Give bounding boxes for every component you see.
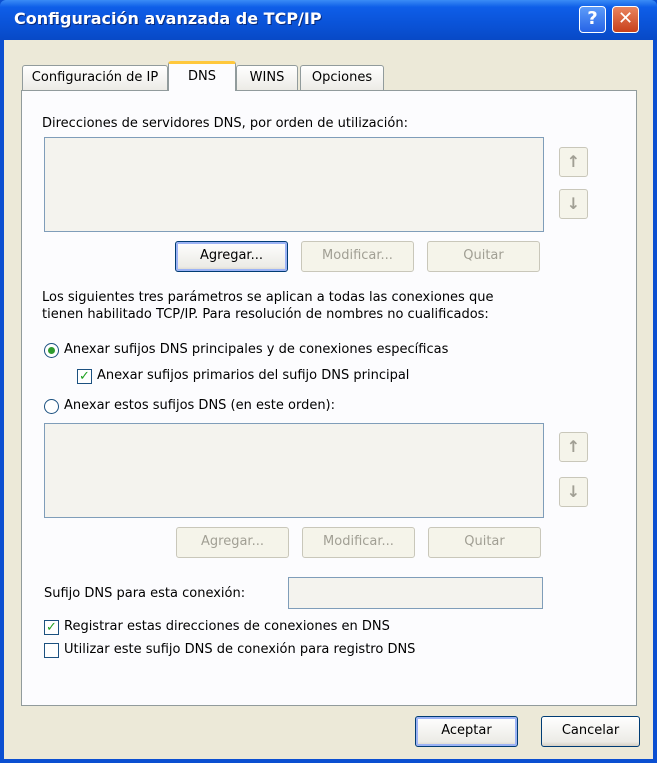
params-description-line2: tienen habilitado TCP/IP. Para resolució…	[42, 307, 489, 322]
checkmark-icon: ✓	[79, 369, 90, 384]
use-suffix-registration-checkbox[interactable]	[44, 643, 59, 658]
tab-ip-settings[interactable]: Configuración de IP	[22, 65, 168, 90]
dns-suffixes-list[interactable]	[44, 423, 544, 518]
append-these-suffixes-label[interactable]: Anexar estos sufijos DNS (en este orden)…	[64, 398, 335, 413]
checkmark-icon: ✓	[46, 620, 57, 635]
window-title: Configuración avanzada de TCP/IP	[14, 9, 322, 28]
move-up-button[interactable]: ↑	[559, 147, 588, 177]
dialog-window: Configuración avanzada de TCP/IP ? ✕ Con…	[0, 0, 657, 763]
register-addresses-checkbox[interactable]: ✓	[44, 620, 59, 635]
help-button[interactable]: ?	[579, 6, 606, 33]
close-button[interactable]: ✕	[612, 6, 639, 33]
modify-dns-server-button[interactable]: Modificar...	[301, 241, 414, 272]
title-bar[interactable]: Configuración avanzada de TCP/IP ? ✕	[0, 0, 657, 40]
cancel-button[interactable]: Cancelar	[541, 716, 640, 747]
dialog-client-area: Configuración de IP DNS WINS Opciones Di…	[4, 40, 653, 759]
dns-tab-panel: Direcciones de servidores DNS, por orden…	[21, 90, 637, 706]
append-primary-suffixes-radio[interactable]	[44, 343, 59, 358]
tab-dns[interactable]: DNS	[168, 61, 236, 91]
arrow-down-icon: ↓	[566, 194, 581, 213]
move-down-button[interactable]: ↓	[559, 189, 588, 219]
modify-suffix-button[interactable]: Modificar...	[302, 527, 415, 558]
use-suffix-registration-label[interactable]: Utilizar este sufijo DNS de conexión par…	[64, 642, 415, 657]
connection-suffix-label: Sufijo DNS para esta conexión:	[44, 586, 246, 601]
close-icon: ✕	[617, 8, 634, 29]
append-primary-suffixes-label[interactable]: Anexar sufijos DNS principales y de cone…	[64, 342, 448, 357]
append-parent-suffixes-label[interactable]: Anexar sufijos primarios del sufijo DNS …	[97, 368, 409, 383]
tab-wins[interactable]: WINS	[236, 65, 298, 90]
arrow-up-icon: ↑	[566, 152, 581, 171]
remove-suffix-button[interactable]: Quitar	[428, 527, 541, 558]
connection-suffix-input[interactable]	[288, 577, 543, 609]
remove-dns-server-button[interactable]: Quitar	[427, 241, 540, 272]
register-addresses-label[interactable]: Registrar estas direcciones de conexione…	[64, 619, 390, 634]
add-suffix-button[interactable]: Agregar...	[176, 527, 289, 558]
append-these-suffixes-radio[interactable]	[44, 399, 59, 414]
tab-options[interactable]: Opciones	[300, 65, 384, 90]
append-parent-suffixes-checkbox[interactable]: ✓	[77, 369, 92, 384]
dns-servers-list[interactable]	[44, 137, 544, 232]
suffix-move-up-button[interactable]: ↑	[559, 432, 588, 462]
dns-servers-label: Direcciones de servidores DNS, por orden…	[42, 116, 408, 131]
ok-button[interactable]: Aceptar	[415, 716, 518, 747]
radio-selected-dot	[48, 347, 55, 354]
help-icon: ?	[587, 8, 598, 29]
arrow-down-icon: ↓	[566, 482, 581, 501]
arrow-up-icon: ↑	[566, 437, 581, 456]
params-description-line1: Los siguientes tres parámetros se aplica…	[42, 290, 494, 305]
suffix-move-down-button[interactable]: ↓	[559, 477, 588, 507]
add-dns-server-button[interactable]: Agregar...	[175, 241, 288, 272]
